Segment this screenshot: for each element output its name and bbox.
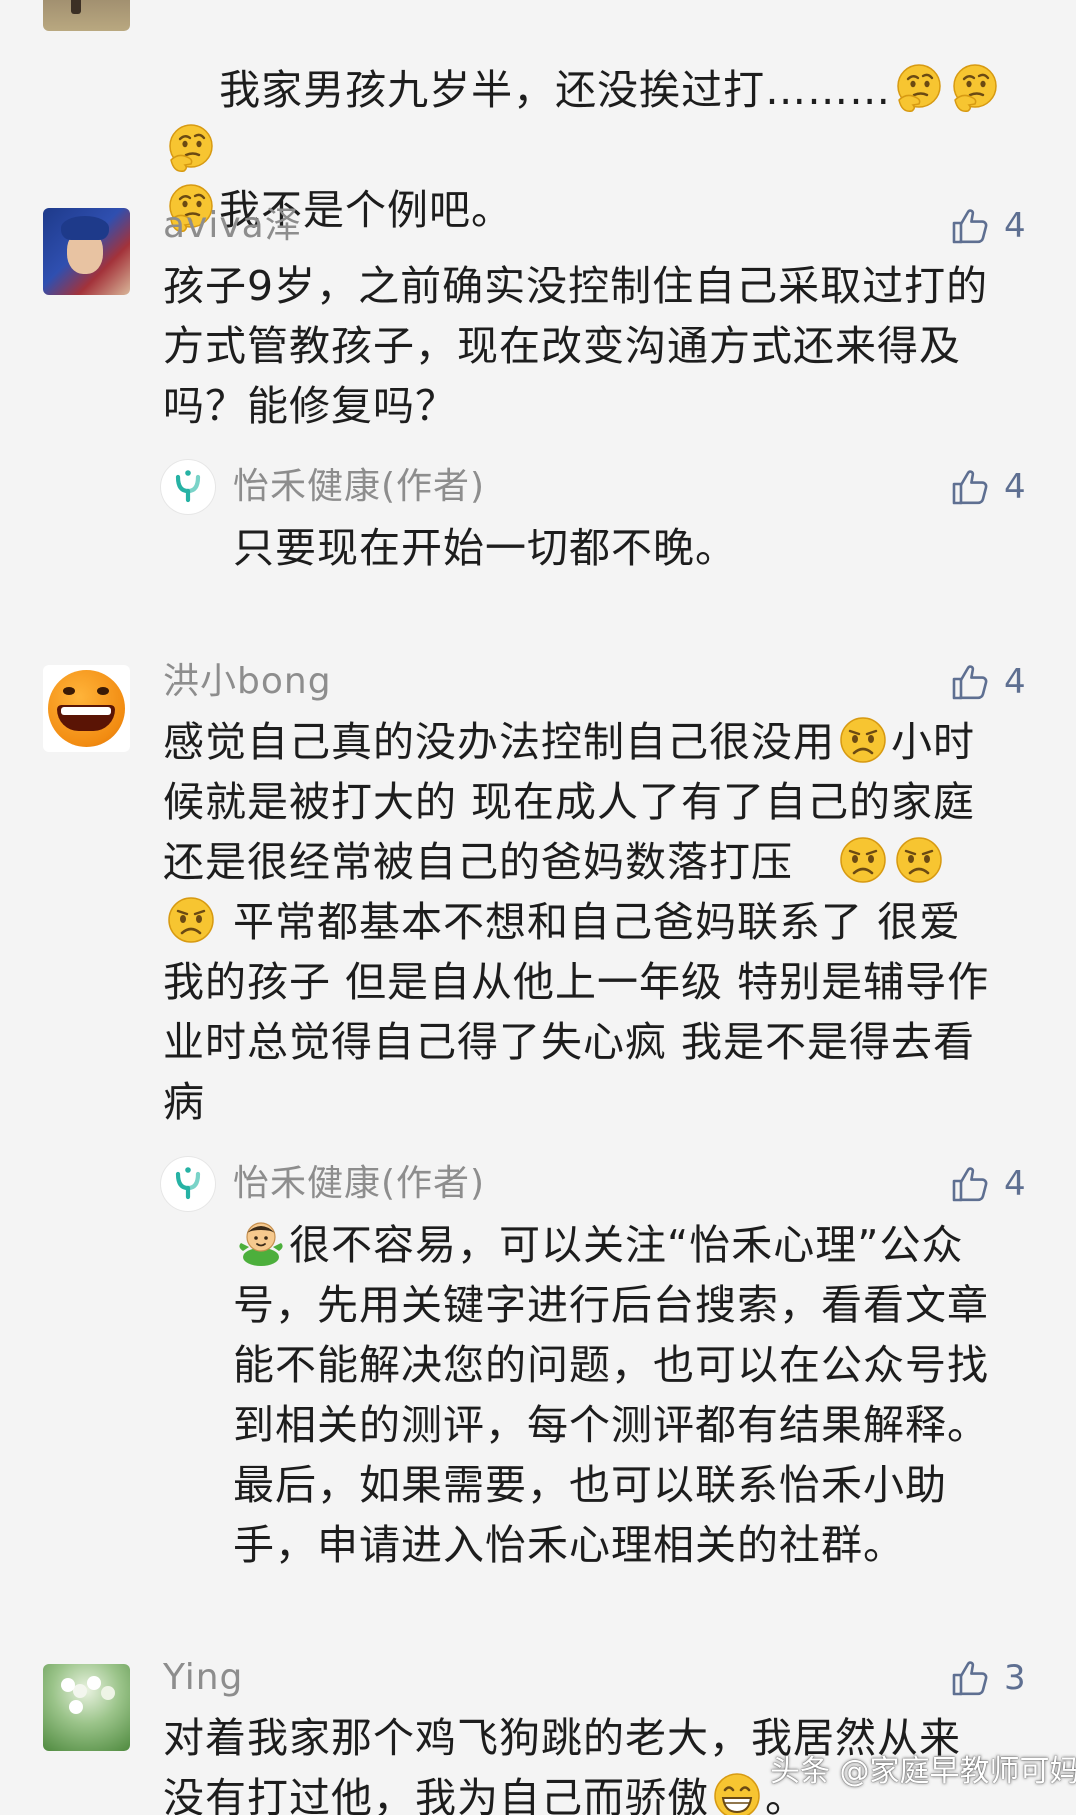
yihe-health-logo-icon[interactable] bbox=[161, 460, 215, 514]
reply-text: 很不容易，可以关注“怡禾心理”公众 号，先用关键字进行后台搜索，看看文章 能不能… bbox=[233, 1215, 1053, 1575]
user-avatar[interactable] bbox=[43, 1664, 130, 1751]
reply-text: 只要现在开始一切都不晚。 bbox=[233, 524, 737, 572]
like-count: 4 bbox=[1004, 467, 1026, 507]
user-avatar[interactable] bbox=[43, 665, 130, 752]
like-button[interactable]: 4 bbox=[950, 1160, 1050, 1208]
username[interactable]: aviva泽 bbox=[163, 202, 302, 250]
author-username[interactable]: 怡禾健康(作者) bbox=[233, 463, 485, 511]
comment-text-line: 我家男孩九岁半，还没挨过打……… bbox=[219, 66, 892, 114]
like-button[interactable]: 4 bbox=[950, 463, 1050, 511]
thinking-face-emoji-icon bbox=[893, 62, 945, 114]
username[interactable]: Ying bbox=[163, 1654, 243, 1702]
author-username[interactable]: 怡禾健康(作者) bbox=[233, 1160, 485, 1208]
username[interactable]: 洪小bong bbox=[163, 658, 332, 706]
thumbs-up-icon[interactable] bbox=[950, 1658, 990, 1698]
like-count: 4 bbox=[1004, 206, 1026, 246]
comment-text-part: 平常都基本不想和自己爸妈联系了 很爱 我的孩子 但是自从他上一年级 特别是辅导作… bbox=[163, 898, 990, 1126]
frowning-face-emoji-icon bbox=[893, 834, 945, 886]
thinking-face-emoji-icon bbox=[949, 62, 1001, 114]
frowning-face-emoji-icon bbox=[165, 894, 217, 946]
like-button[interactable]: 4 bbox=[950, 202, 1050, 250]
frowning-face-emoji-icon bbox=[837, 714, 889, 766]
like-button[interactable]: 3 bbox=[950, 1654, 1050, 1702]
frowning-face-emoji-icon bbox=[837, 834, 889, 886]
reply-text-content: 很不容易，可以关注“怡禾心理”公众 号，先用关键字进行后台搜索，看看文章 能不能… bbox=[233, 1221, 989, 1569]
yihe-health-logo-icon[interactable] bbox=[161, 1157, 215, 1211]
thinking-face-emoji-icon bbox=[165, 122, 217, 174]
grinning-face-emoji-icon bbox=[711, 1770, 763, 1815]
user-avatar[interactable] bbox=[43, 208, 130, 295]
watermark: 头条 @家庭早教师可妈 bbox=[770, 1754, 1076, 1789]
green-doll-emoji-icon bbox=[235, 1217, 287, 1269]
comment-text: 孩子9岁，之前确实没控制住自己采取过打的 方式管教孩子，现在改变沟通方式还来得及… bbox=[163, 262, 989, 430]
like-count: 3 bbox=[1004, 1658, 1026, 1698]
comment-text: 我家男孩九岁半，还没挨过打……… 我不是个例吧。 bbox=[163, 0, 1043, 300]
like-count: 4 bbox=[1004, 662, 1026, 702]
thumbs-up-icon[interactable] bbox=[950, 1164, 990, 1204]
user-avatar[interactable] bbox=[43, 0, 130, 31]
thumbs-up-icon[interactable] bbox=[950, 467, 990, 507]
comment-text-part: 感觉自己真的没办法控制自己很没用 bbox=[163, 718, 835, 766]
like-count: 4 bbox=[1004, 1164, 1026, 1204]
comment-text: 感觉自己真的没办法控制自己很没用 小时 候就是被打大的 现在成人了有了自己的家庭 … bbox=[163, 712, 1043, 1132]
thumbs-up-icon[interactable] bbox=[950, 662, 990, 702]
thumbs-up-icon[interactable] bbox=[950, 206, 990, 246]
like-button[interactable]: 4 bbox=[950, 658, 1050, 706]
